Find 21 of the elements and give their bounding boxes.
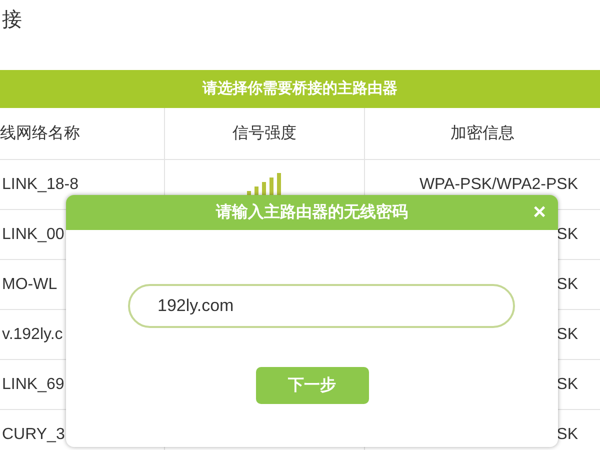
table-cell: WPA-PSK/WPA2-PSK bbox=[419, 176, 578, 194]
table-cell: LINK_69 bbox=[2, 376, 64, 394]
column-header: 信号强度 bbox=[165, 108, 365, 159]
table-cell: SK bbox=[556, 426, 578, 444]
dialog-title: 请输入主路由器的无线密码 bbox=[216, 202, 408, 223]
table-cell: SK bbox=[556, 226, 578, 244]
table-cell: LINK_00 bbox=[2, 226, 64, 244]
close-button[interactable]: × bbox=[533, 201, 546, 223]
password-field[interactable]: 192ly.com bbox=[128, 284, 514, 328]
table-cell: MO-WL bbox=[2, 276, 58, 294]
table-cell: LINK_18-8 bbox=[2, 176, 78, 194]
next-button[interactable]: 下一步 bbox=[256, 367, 368, 404]
table-caption: 请选择你需要桥接的主路由器 bbox=[0, 70, 600, 108]
page-title: 接 bbox=[1, 8, 23, 33]
table-cell: SK bbox=[556, 376, 578, 394]
column-header: 线网络名称 bbox=[0, 108, 165, 159]
table-cell: CURY_3 bbox=[2, 426, 65, 444]
column-header: 加密信息 bbox=[450, 124, 516, 144]
table-cell: SK bbox=[556, 276, 578, 294]
table-cell: SK bbox=[556, 326, 578, 344]
table-cell: v.192ly.c bbox=[2, 326, 63, 344]
